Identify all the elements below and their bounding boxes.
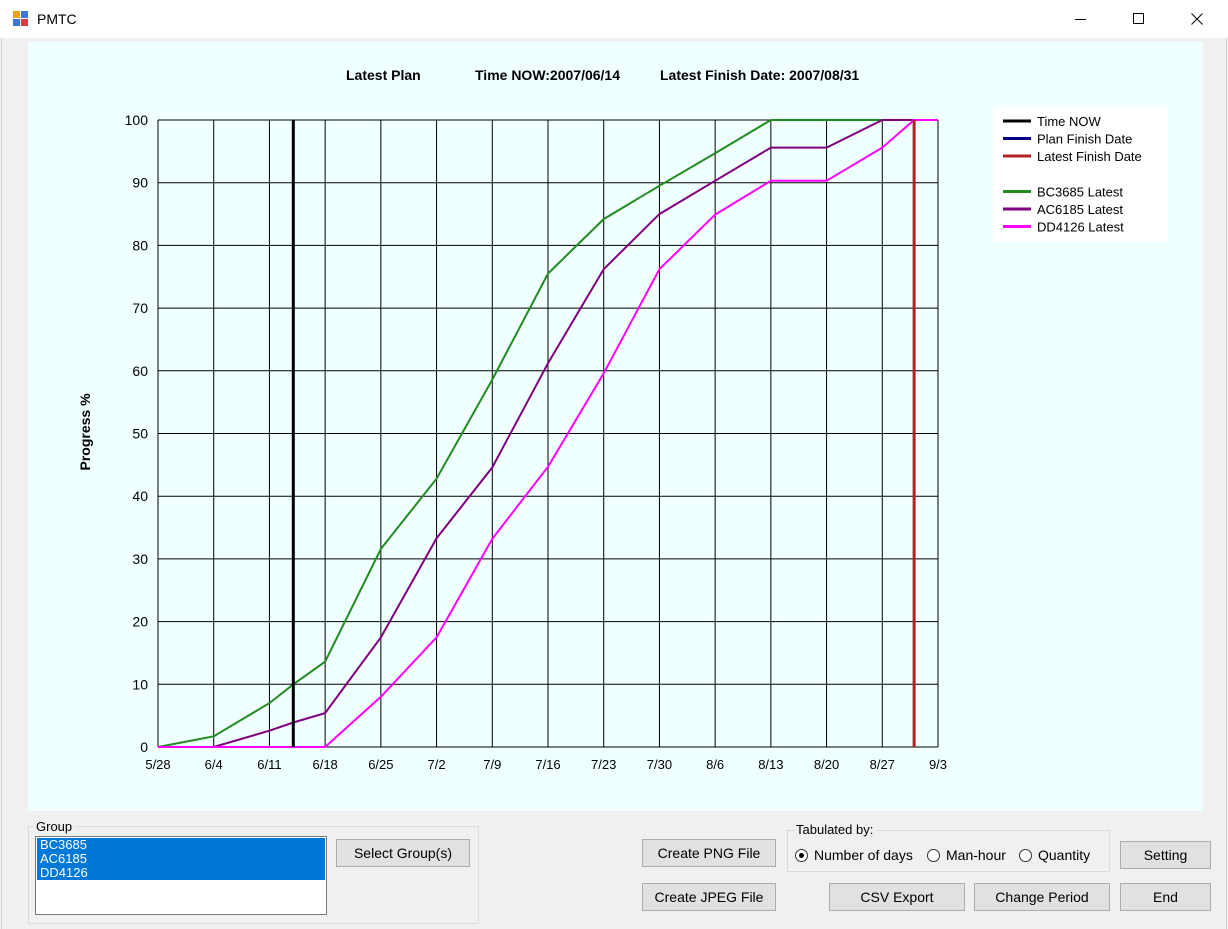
group-listbox[interactable]: BC3685 AC6185 DD4126 <box>35 836 327 915</box>
x-tick-label: 7/16 <box>535 757 560 772</box>
y-axis-label: Progress % <box>77 393 93 471</box>
plot-area: 0 10 20 30 40 50 60 70 80 90 100 5/28 6/4 6/11 6/18 6/2… <box>125 112 947 772</box>
y-tick-label: 10 <box>132 676 148 692</box>
x-tick-label: 8/27 <box>870 757 895 772</box>
end-button[interactable]: End <box>1120 883 1211 911</box>
y-tick-label: 50 <box>132 426 148 442</box>
window-title: PMTC <box>37 11 77 27</box>
minimize-icon <box>1075 19 1086 20</box>
radio-label: Quantity <box>1038 847 1091 863</box>
y-tick-label: 40 <box>132 488 148 504</box>
maximize-button[interactable] <box>1110 0 1168 38</box>
list-item[interactable]: DD4126 <box>37 866 325 880</box>
x-tick-label: 7/30 <box>647 757 672 772</box>
radio-number-of-days[interactable]: Number of days <box>795 847 913 863</box>
chart-latest-finish-label: Latest Finish Date: 2007/08/31 <box>660 67 859 83</box>
x-tick-label: 9/3 <box>929 757 947 772</box>
y-tick-label: 100 <box>125 112 149 128</box>
chart-plan-label: Latest Plan <box>346 67 421 83</box>
legend-label: Time NOW <box>1037 114 1102 129</box>
y-tick-label: 60 <box>132 363 148 379</box>
close-icon <box>1191 13 1203 25</box>
minimize-button[interactable] <box>1052 0 1110 38</box>
radio-label: Man-hour <box>946 847 1006 863</box>
change-period-button[interactable]: Change Period <box>974 883 1110 911</box>
x-tick-label: 8/6 <box>706 757 724 772</box>
create-png-button[interactable]: Create PNG File <box>642 839 776 867</box>
chart-legend: Time NOW Plan Finish Date Latest Finish Da… <box>993 107 1168 242</box>
create-jpeg-button[interactable]: Create JPEG File <box>642 883 776 911</box>
x-tick-label: 6/4 <box>205 757 223 772</box>
y-tick-label: 0 <box>140 739 148 755</box>
y-tick-label: 80 <box>132 237 148 253</box>
maximize-icon <box>1133 13 1144 24</box>
y-tick-label: 90 <box>132 175 148 191</box>
y-tick-label: 70 <box>132 300 148 316</box>
x-tick-label: 5/28 <box>145 757 170 772</box>
legend-label: Latest Finish Date <box>1037 149 1142 164</box>
x-tick-label: 6/25 <box>368 757 393 772</box>
x-tick-label: 6/11 <box>257 757 281 772</box>
x-tick-label: 7/2 <box>428 757 446 772</box>
list-item[interactable]: AC6185 <box>37 852 325 866</box>
group-box-label: Group <box>34 819 75 834</box>
radio-quantity[interactable]: Quantity <box>1019 847 1090 863</box>
x-tick-label: 7/9 <box>483 757 501 772</box>
radio-circle <box>927 848 940 862</box>
chart-panel: Latest Plan Time NOW:2007/06/14 Latest F… <box>28 42 1203 811</box>
chart-time-now-label: Time NOW:2007/06/14 <box>475 67 620 83</box>
y-tick-label: 30 <box>132 551 148 567</box>
legend-label: BC3685 Latest <box>1037 185 1123 200</box>
x-tick-label: 6/18 <box>312 757 337 772</box>
x-tick-label: 8/20 <box>814 757 839 772</box>
x-tick-label: 8/13 <box>758 757 783 772</box>
list-item[interactable]: BC3685 <box>37 838 325 852</box>
select-groups-button[interactable]: Select Group(s) <box>336 839 470 867</box>
legend-label: Plan Finish Date <box>1037 132 1132 147</box>
title-bar: PMTC <box>0 0 1228 38</box>
tabulated-label: Tabulated by: <box>794 822 876 837</box>
radio-circle <box>795 848 808 862</box>
legend-label: DD4126 Latest <box>1037 220 1124 235</box>
legend-label: AC6185 Latest <box>1037 202 1123 217</box>
setting-button[interactable]: Setting <box>1120 841 1211 869</box>
progress-chart: Latest Plan Time NOW:2007/06/14 Latest F… <box>77 67 1168 772</box>
radio-label: Number of days <box>814 847 913 863</box>
radio-man-hour[interactable]: Man-hour <box>927 847 1006 863</box>
csv-export-button[interactable]: CSV Export <box>829 883 965 911</box>
y-tick-label: 20 <box>132 614 148 630</box>
close-button[interactable] <box>1168 0 1226 38</box>
app-window-icon <box>13 11 29 27</box>
radio-circle <box>1019 848 1032 862</box>
x-tick-label: 7/23 <box>591 757 616 772</box>
